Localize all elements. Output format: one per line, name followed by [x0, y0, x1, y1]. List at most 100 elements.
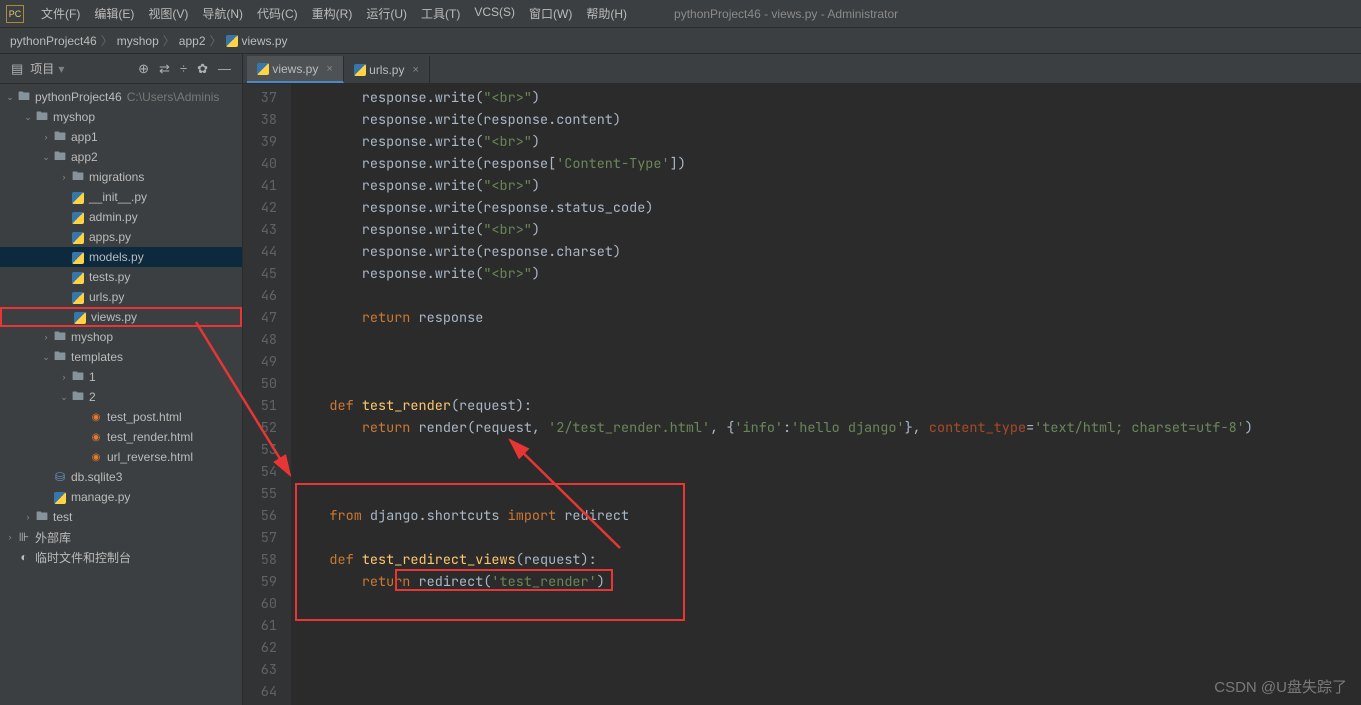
- tree-label: models.py: [89, 250, 144, 264]
- sidebar-header: ▤ 项目 ▾ ⊕ ⇄ ÷ ✿ —: [0, 54, 242, 84]
- menu-item[interactable]: 运行(U): [359, 5, 414, 22]
- tree-label: db.sqlite3: [71, 470, 122, 484]
- folder-icon: 🖿: [16, 87, 32, 108]
- editor-tabs: views.py × urls.py×: [243, 54, 1361, 84]
- chevron-icon[interactable]: ›: [40, 332, 52, 342]
- breadcrumb-item[interactable]: views.py: [242, 34, 288, 48]
- tree-item[interactable]: ›🖿1: [0, 367, 242, 387]
- tree-item[interactable]: models.py: [0, 247, 242, 267]
- python-icon: [52, 490, 68, 504]
- menu-item[interactable]: 导航(N): [195, 5, 250, 22]
- editor-tab[interactable]: views.py ×: [247, 56, 344, 83]
- tree-label: myshop: [71, 330, 113, 344]
- tree-item[interactable]: manage.py: [0, 487, 242, 507]
- tree-item[interactable]: ⛁db.sqlite3: [0, 467, 242, 487]
- code-editor[interactable]: 3738394041424344454647484950515253545556…: [243, 84, 1361, 705]
- editor-tab[interactable]: urls.py×: [344, 56, 430, 83]
- python-icon: [226, 35, 238, 47]
- close-icon[interactable]: ×: [412, 64, 418, 76]
- chevron-icon[interactable]: ⌄: [22, 112, 34, 123]
- project-sidebar: ▤ 项目 ▾ ⊕ ⇄ ÷ ✿ — ⌄🖿pythonProject46C:\Use…: [0, 54, 243, 705]
- menu-item[interactable]: 视图(V): [141, 5, 195, 22]
- chevron-icon[interactable]: ›: [22, 512, 34, 522]
- close-icon[interactable]: ×: [326, 63, 332, 75]
- tree-item[interactable]: ›🖿migrations: [0, 167, 242, 187]
- project-label[interactable]: 项目: [30, 60, 54, 77]
- chevron-icon[interactable]: ›: [58, 172, 70, 182]
- tree-item[interactable]: ⌄🖿app2: [0, 147, 242, 167]
- gear-icon[interactable]: ✿: [197, 61, 208, 77]
- project-tree[interactable]: ⌄🖿pythonProject46C:\Users\Adminis⌄🖿mysho…: [0, 84, 242, 705]
- menu-item[interactable]: 帮助(H): [579, 5, 634, 22]
- tree-item[interactable]: ◉test_render.html: [0, 427, 242, 447]
- chevron-icon[interactable]: ⌄: [40, 352, 52, 363]
- folder-icon: 🖿: [52, 347, 68, 368]
- python-icon: [70, 230, 86, 244]
- locate-icon[interactable]: ⊕: [138, 61, 149, 77]
- code-content[interactable]: response.write("<br>") response.write(re…: [291, 84, 1361, 705]
- chevron-icon[interactable]: ›: [40, 132, 52, 142]
- expand-icon[interactable]: ⇄: [159, 61, 170, 77]
- library-icon: ⊪: [16, 530, 32, 544]
- tree-item[interactable]: ⌄🖿myshop: [0, 107, 242, 127]
- tree-item[interactable]: ›🖿test: [0, 507, 242, 527]
- logo-icon: PC: [6, 5, 24, 23]
- folder-icon: 🖿: [34, 107, 50, 128]
- tree-item[interactable]: apps.py: [0, 227, 242, 247]
- tree-item[interactable]: ◉url_reverse.html: [0, 447, 242, 467]
- tree-item[interactable]: ◉test_post.html: [0, 407, 242, 427]
- watermark: CSDN @U盘失踪了: [1214, 676, 1347, 697]
- database-icon: ⛁: [52, 470, 68, 484]
- hide-icon[interactable]: —: [218, 61, 231, 76]
- chevron-icon[interactable]: ⌄: [58, 392, 70, 403]
- tree-label: manage.py: [71, 490, 130, 504]
- menu-item[interactable]: 代码(C): [250, 5, 305, 22]
- folder-icon: 🖿: [52, 327, 68, 348]
- tree-item[interactable]: ◐临时文件和控制台: [0, 547, 242, 567]
- breadcrumb-item[interactable]: app2: [179, 34, 206, 48]
- chevron-icon[interactable]: ›: [58, 372, 70, 382]
- html-icon: ◉: [88, 452, 104, 463]
- chevron-icon[interactable]: ⌄: [40, 152, 52, 163]
- tree-item[interactable]: ›🖿myshop: [0, 327, 242, 347]
- tree-label: pythonProject46: [35, 90, 122, 104]
- python-icon: [70, 270, 86, 284]
- tree-label: myshop: [53, 110, 95, 124]
- python-icon: [70, 250, 86, 264]
- tree-item[interactable]: ⌄🖿templates: [0, 347, 242, 367]
- tab-label: views.py: [272, 62, 318, 76]
- menu-item[interactable]: 重构(R): [305, 5, 360, 22]
- tree-item[interactable]: tests.py: [0, 267, 242, 287]
- tree-path: C:\Users\Adminis: [127, 90, 220, 104]
- collapse-icon[interactable]: ÷: [180, 61, 187, 76]
- tree-label: tests.py: [89, 270, 130, 284]
- menu-item[interactable]: VCS(S): [467, 5, 522, 22]
- menu-item[interactable]: 文件(F): [34, 5, 87, 22]
- tree-label: 2: [89, 390, 96, 404]
- tree-item[interactable]: ⌄🖿pythonProject46 C:\Users\Adminis: [0, 87, 242, 107]
- tree-label: 外部库: [35, 529, 71, 546]
- folder-icon: 🖿: [52, 147, 68, 168]
- tree-item[interactable]: __init__.py: [0, 187, 242, 207]
- python-icon: [70, 190, 86, 204]
- tree-item[interactable]: admin.py: [0, 207, 242, 227]
- tree-label: apps.py: [89, 230, 131, 244]
- tree-item[interactable]: ⌄🖿2: [0, 387, 242, 407]
- tree-item[interactable]: views.py: [0, 307, 242, 327]
- project-icon: ▤: [11, 61, 23, 77]
- breadcrumb-item[interactable]: pythonProject46: [10, 34, 97, 48]
- tree-item[interactable]: ›⊪外部库: [0, 527, 242, 547]
- tree-item[interactable]: ›🖿app1: [0, 127, 242, 147]
- menu-item[interactable]: 工具(T): [414, 5, 467, 22]
- chevron-icon[interactable]: ›: [4, 532, 16, 542]
- chevron-down-icon[interactable]: ▾: [58, 62, 64, 76]
- menu-item[interactable]: 编辑(E): [87, 5, 141, 22]
- scratch-icon: ◐: [16, 550, 32, 564]
- python-icon: [354, 64, 366, 76]
- tree-item[interactable]: urls.py: [0, 287, 242, 307]
- tree-label: 1: [89, 370, 96, 384]
- tree-label: app1: [71, 130, 98, 144]
- chevron-icon[interactable]: ⌄: [4, 92, 16, 103]
- breadcrumb-item[interactable]: myshop: [117, 34, 159, 48]
- menu-item[interactable]: 窗口(W): [522, 5, 579, 22]
